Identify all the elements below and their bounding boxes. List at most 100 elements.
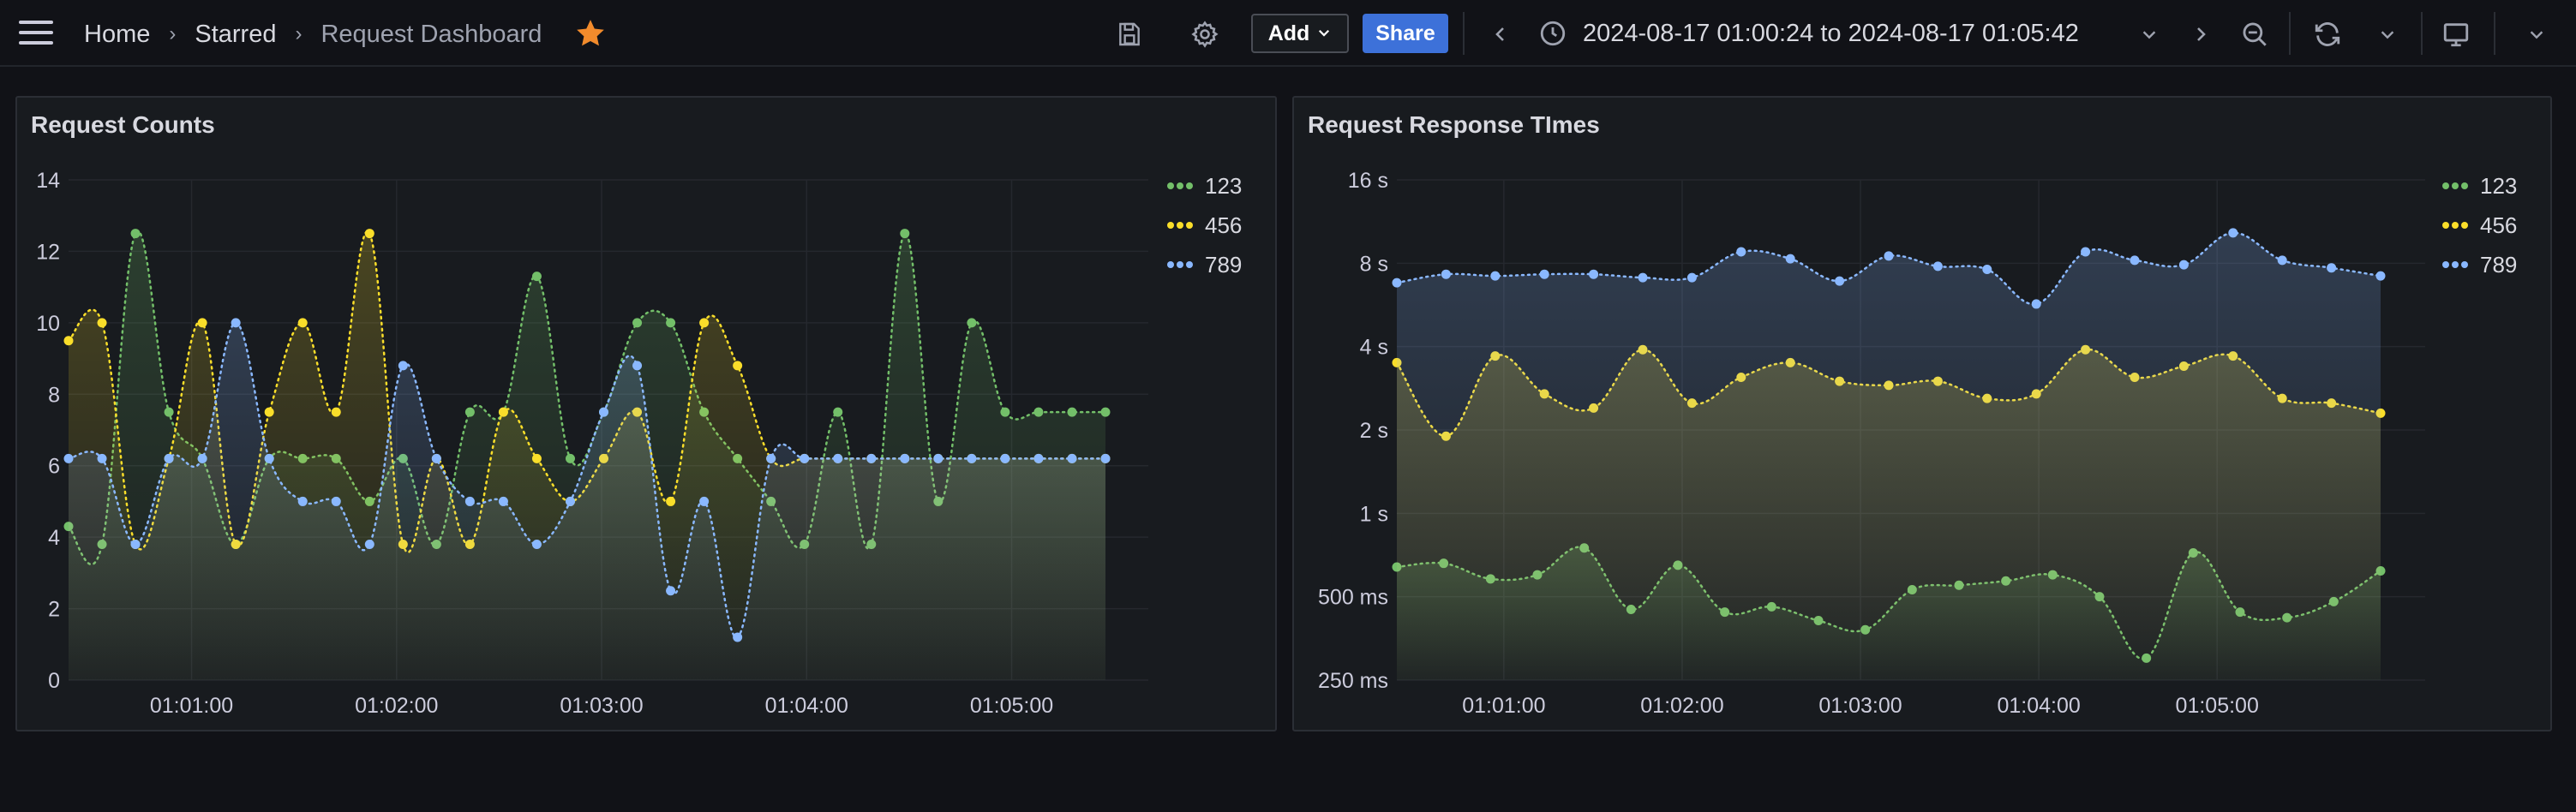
- chevron-left-icon[interactable]: [1483, 17, 1518, 51]
- data-point-789: [2228, 228, 2238, 238]
- data-point-789: [1884, 251, 1894, 261]
- legend-item-456[interactable]: 456: [1167, 206, 1242, 245]
- x-tick-label: 01:02:00: [355, 694, 438, 718]
- chevron-right-icon: ›: [169, 22, 177, 45]
- toolbar-divider: [1463, 12, 1465, 55]
- breadcrumb-current: Request Dashboard: [321, 20, 542, 48]
- data-point-456: [97, 318, 107, 328]
- data-point-456: [733, 361, 743, 371]
- y-tick-label: 2: [48, 598, 60, 622]
- x-tick-label: 01:01:00: [1462, 694, 1545, 718]
- data-point-789: [1067, 453, 1077, 463]
- panel-response-times[interactable]: Request Response TImes 250 ms 500 ms 1 s2 …: [1292, 96, 2552, 731]
- save-icon[interactable]: [1112, 17, 1147, 51]
- add-button[interactable]: Add: [1251, 14, 1349, 53]
- legend: 123 456 789: [2442, 166, 2517, 284]
- data-point-123: [666, 318, 676, 328]
- breadcrumb-home[interactable]: Home: [84, 21, 150, 49]
- data-point-123: [464, 407, 475, 417]
- data-point-789: [364, 539, 374, 549]
- zoom-out-icon[interactable]: [2238, 17, 2272, 51]
- chevron-down-icon[interactable]: [2370, 17, 2405, 51]
- data-point-789: [297, 496, 308, 506]
- data-point-789: [1785, 254, 1795, 264]
- data-point-123: [1000, 407, 1010, 417]
- y-tick-label: 4: [48, 526, 60, 550]
- chevron-down-icon[interactable]: [2132, 17, 2166, 51]
- data-point-123: [130, 229, 141, 239]
- data-point-789: [2081, 247, 2091, 257]
- data-point-789: [2277, 255, 2287, 266]
- legend-item-123[interactable]: 123: [2442, 166, 2517, 206]
- series-area-789: [1397, 232, 2381, 680]
- y-tick-label: 10: [36, 312, 60, 336]
- share-button[interactable]: Share: [1363, 14, 1448, 53]
- chevron-down-icon: [1316, 21, 1332, 46]
- time-range-picker[interactable]: 2024-08-17 01:00:24 to 2024-08-17 01:05:…: [1538, 15, 2079, 51]
- series-marker-icon: [2442, 261, 2468, 268]
- data-point-789: [1982, 265, 1992, 275]
- legend-item-789[interactable]: 789: [2442, 245, 2517, 284]
- data-point-789: [1539, 269, 1549, 279]
- data-point-789: [164, 453, 174, 463]
- share-button-label: Share: [1375, 21, 1435, 45]
- tv-mode-icon[interactable]: [2439, 17, 2473, 51]
- series-marker-icon: [1167, 261, 1193, 268]
- data-point-789: [1392, 278, 1402, 288]
- y-tick-label: 2 s: [1360, 419, 1388, 443]
- chevron-down-icon[interactable]: [2519, 17, 2554, 51]
- data-point-789: [1835, 276, 1845, 286]
- breadcrumb: Home › Starred › Request Dashboard: [84, 17, 542, 51]
- data-point-789: [63, 453, 74, 463]
- data-point-789: [1589, 269, 1599, 279]
- chevron-right-icon[interactable]: [2184, 17, 2218, 51]
- data-point-789: [1490, 271, 1501, 281]
- data-point-456: [264, 407, 274, 417]
- x-tick-label: 01:03:00: [1818, 694, 1902, 718]
- chevron-right-icon: ›: [295, 22, 303, 45]
- star-icon[interactable]: [574, 17, 607, 50]
- data-point-789: [1100, 453, 1111, 463]
- data-point-123: [900, 229, 910, 239]
- data-point-456: [699, 318, 710, 328]
- breadcrumb-starred[interactable]: Starred: [195, 21, 276, 49]
- panel-request-counts[interactable]: Request Counts 0 2 4 6 8 10 12 14 01:01:00 01:02:…: [15, 96, 1277, 731]
- toolbar-divider: [2421, 12, 2423, 55]
- data-point-789: [599, 407, 609, 417]
- time-range-text: 2024-08-17 01:00:24 to 2024-08-17 01:05:…: [1583, 19, 2079, 47]
- top-bar: Home › Starred › Request Dashboard Add S…: [0, 0, 2576, 67]
- legend-label: 123: [1205, 172, 1243, 199]
- y-tick-label: 14: [36, 169, 60, 193]
- x-tick-label: 01:01:00: [150, 694, 233, 718]
- request-counts-chart: 0 2 4 6 8 10 12 14 01:01:00 01:02:00 01:03:00 01:04…: [36, 169, 1148, 718]
- legend-item-456[interactable]: 456: [2442, 206, 2517, 245]
- refresh-icon[interactable]: [2310, 17, 2345, 51]
- legend-label: 456: [1205, 212, 1243, 238]
- legend-label: 456: [2480, 212, 2518, 238]
- x-tick-label: 01:03:00: [560, 694, 643, 718]
- data-point-789: [666, 586, 676, 596]
- data-point-789: [2130, 255, 2140, 266]
- add-button-label: Add: [1267, 21, 1310, 45]
- data-point-789: [1033, 453, 1044, 463]
- data-point-789: [97, 453, 107, 463]
- legend: 123 456 789: [1167, 166, 1242, 284]
- data-point-789: [766, 453, 776, 463]
- data-point-789: [231, 318, 241, 328]
- data-point-123: [565, 453, 575, 463]
- data-point-789: [699, 496, 710, 506]
- hamburger-menu-icon[interactable]: [19, 21, 53, 46]
- data-point-789: [1686, 272, 1697, 283]
- series-marker-icon: [2442, 182, 2468, 189]
- data-point-123: [531, 272, 542, 282]
- data-point-789: [565, 496, 575, 506]
- legend-item-789[interactable]: 789: [1167, 245, 1242, 284]
- data-point-456: [531, 453, 542, 463]
- legend-item-123[interactable]: 123: [1167, 166, 1242, 206]
- data-point-789: [431, 453, 441, 463]
- data-point-789: [632, 361, 643, 371]
- data-point-789: [900, 453, 910, 463]
- data-point-789: [1441, 269, 1451, 279]
- gear-icon[interactable]: [1188, 17, 1222, 51]
- x-tick-label: 01:04:00: [1997, 694, 2080, 718]
